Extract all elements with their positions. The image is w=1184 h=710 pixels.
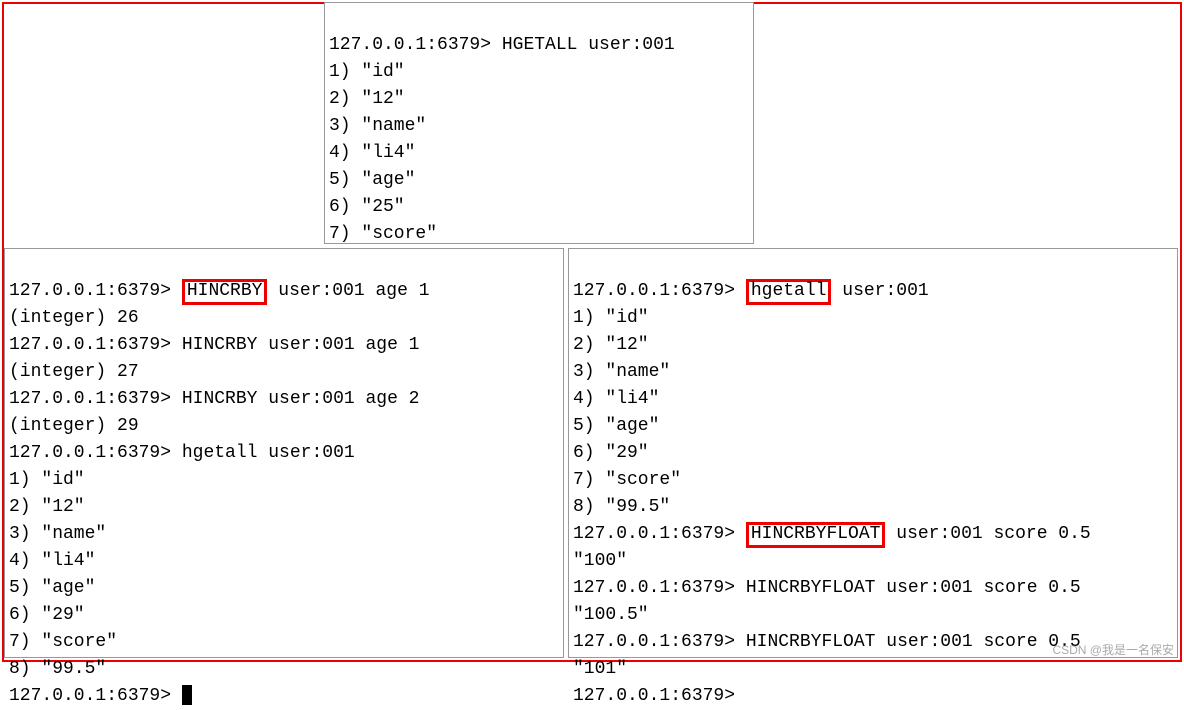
prompt: 127.0.0.1:6379>: [9, 443, 171, 463]
output-line: 3) "name": [329, 116, 426, 136]
output-line: 7) "score": [573, 470, 681, 490]
output-line: 2) "12": [573, 335, 649, 355]
cmd-rest: user:001: [831, 281, 928, 301]
output-line: 5) "age": [329, 170, 415, 190]
output-line: 4) "li4": [329, 143, 415, 163]
output-line: 8) "99.5": [9, 659, 106, 679]
output-line: 2) "12": [329, 89, 405, 109]
output-line: 5) "age": [9, 578, 95, 598]
output-line: 6) "29": [9, 605, 85, 625]
terminal-top: 127.0.0.1:6379> HGETALL user:001 1) "id"…: [324, 2, 754, 244]
output-line: 3) "name": [573, 362, 670, 382]
cmd: HGETALL user:001: [502, 35, 675, 55]
prompt: 127.0.0.1:6379>: [9, 335, 171, 355]
prompt: 127.0.0.1:6379>: [9, 281, 171, 301]
prompt: 127.0.0.1:6379>: [573, 578, 735, 598]
output-line: 7) "score": [9, 632, 117, 652]
prompt: 127.0.0.1:6379>: [573, 281, 735, 301]
output-line: (integer) 27: [9, 362, 139, 382]
output-line: 2) "12": [9, 497, 85, 517]
output-line: "100": [573, 551, 627, 571]
watermark: CSDN @我是一名保安: [1052, 641, 1174, 658]
output-line: 6) "25": [329, 197, 405, 217]
output-line: "100.5": [573, 605, 649, 625]
terminal-right: 127.0.0.1:6379> hgetall user:001 1) "id"…: [568, 248, 1178, 658]
prompt: 127.0.0.1:6379>: [9, 389, 171, 409]
terminal-left: 127.0.0.1:6379> HINCRBY user:001 age 1 (…: [4, 248, 564, 658]
cmd: HINCRBYFLOAT user:001 score 0.5: [746, 632, 1081, 652]
cmd-rest: user:001 score 0.5: [885, 524, 1090, 544]
output-line: "101": [573, 659, 627, 679]
prompt: 127.0.0.1:6379>: [9, 686, 171, 706]
output-line: 4) "li4": [9, 551, 95, 571]
output-line: 6) "29": [573, 443, 649, 463]
output-line: 5) "age": [573, 416, 659, 436]
output-line: 1) "id": [9, 470, 85, 490]
cursor-icon[interactable]: [182, 685, 192, 705]
prompt: 127.0.0.1:6379>: [573, 524, 735, 544]
cmd-rest: user:001 age 1: [267, 281, 429, 301]
output-line: 7) "score": [329, 224, 437, 244]
prompt: 127.0.0.1:6379>: [329, 35, 491, 55]
output-line: 8) "99.5": [573, 497, 670, 517]
output-line: (integer) 29: [9, 416, 139, 436]
cmd: HINCRBY user:001 age 1: [182, 335, 420, 355]
hincrbyfloat-highlight: HINCRBYFLOAT: [746, 522, 886, 548]
prompt: 127.0.0.1:6379>: [573, 632, 735, 652]
output-line: 4) "li4": [573, 389, 659, 409]
output-line: (integer) 26: [9, 308, 139, 328]
prompt: 127.0.0.1:6379>: [573, 686, 735, 706]
output-line: 3) "name": [9, 524, 106, 544]
cmd: HINCRBY user:001 age 2: [182, 389, 420, 409]
hincrby-highlight: HINCRBY: [182, 279, 268, 305]
cmd: hgetall user:001: [182, 443, 355, 463]
output-line: 1) "id": [573, 308, 649, 328]
output-line: 1) "id": [329, 62, 405, 82]
hgetall-highlight: hgetall: [746, 279, 832, 305]
cmd: HINCRBYFLOAT user:001 score 0.5: [746, 578, 1081, 598]
